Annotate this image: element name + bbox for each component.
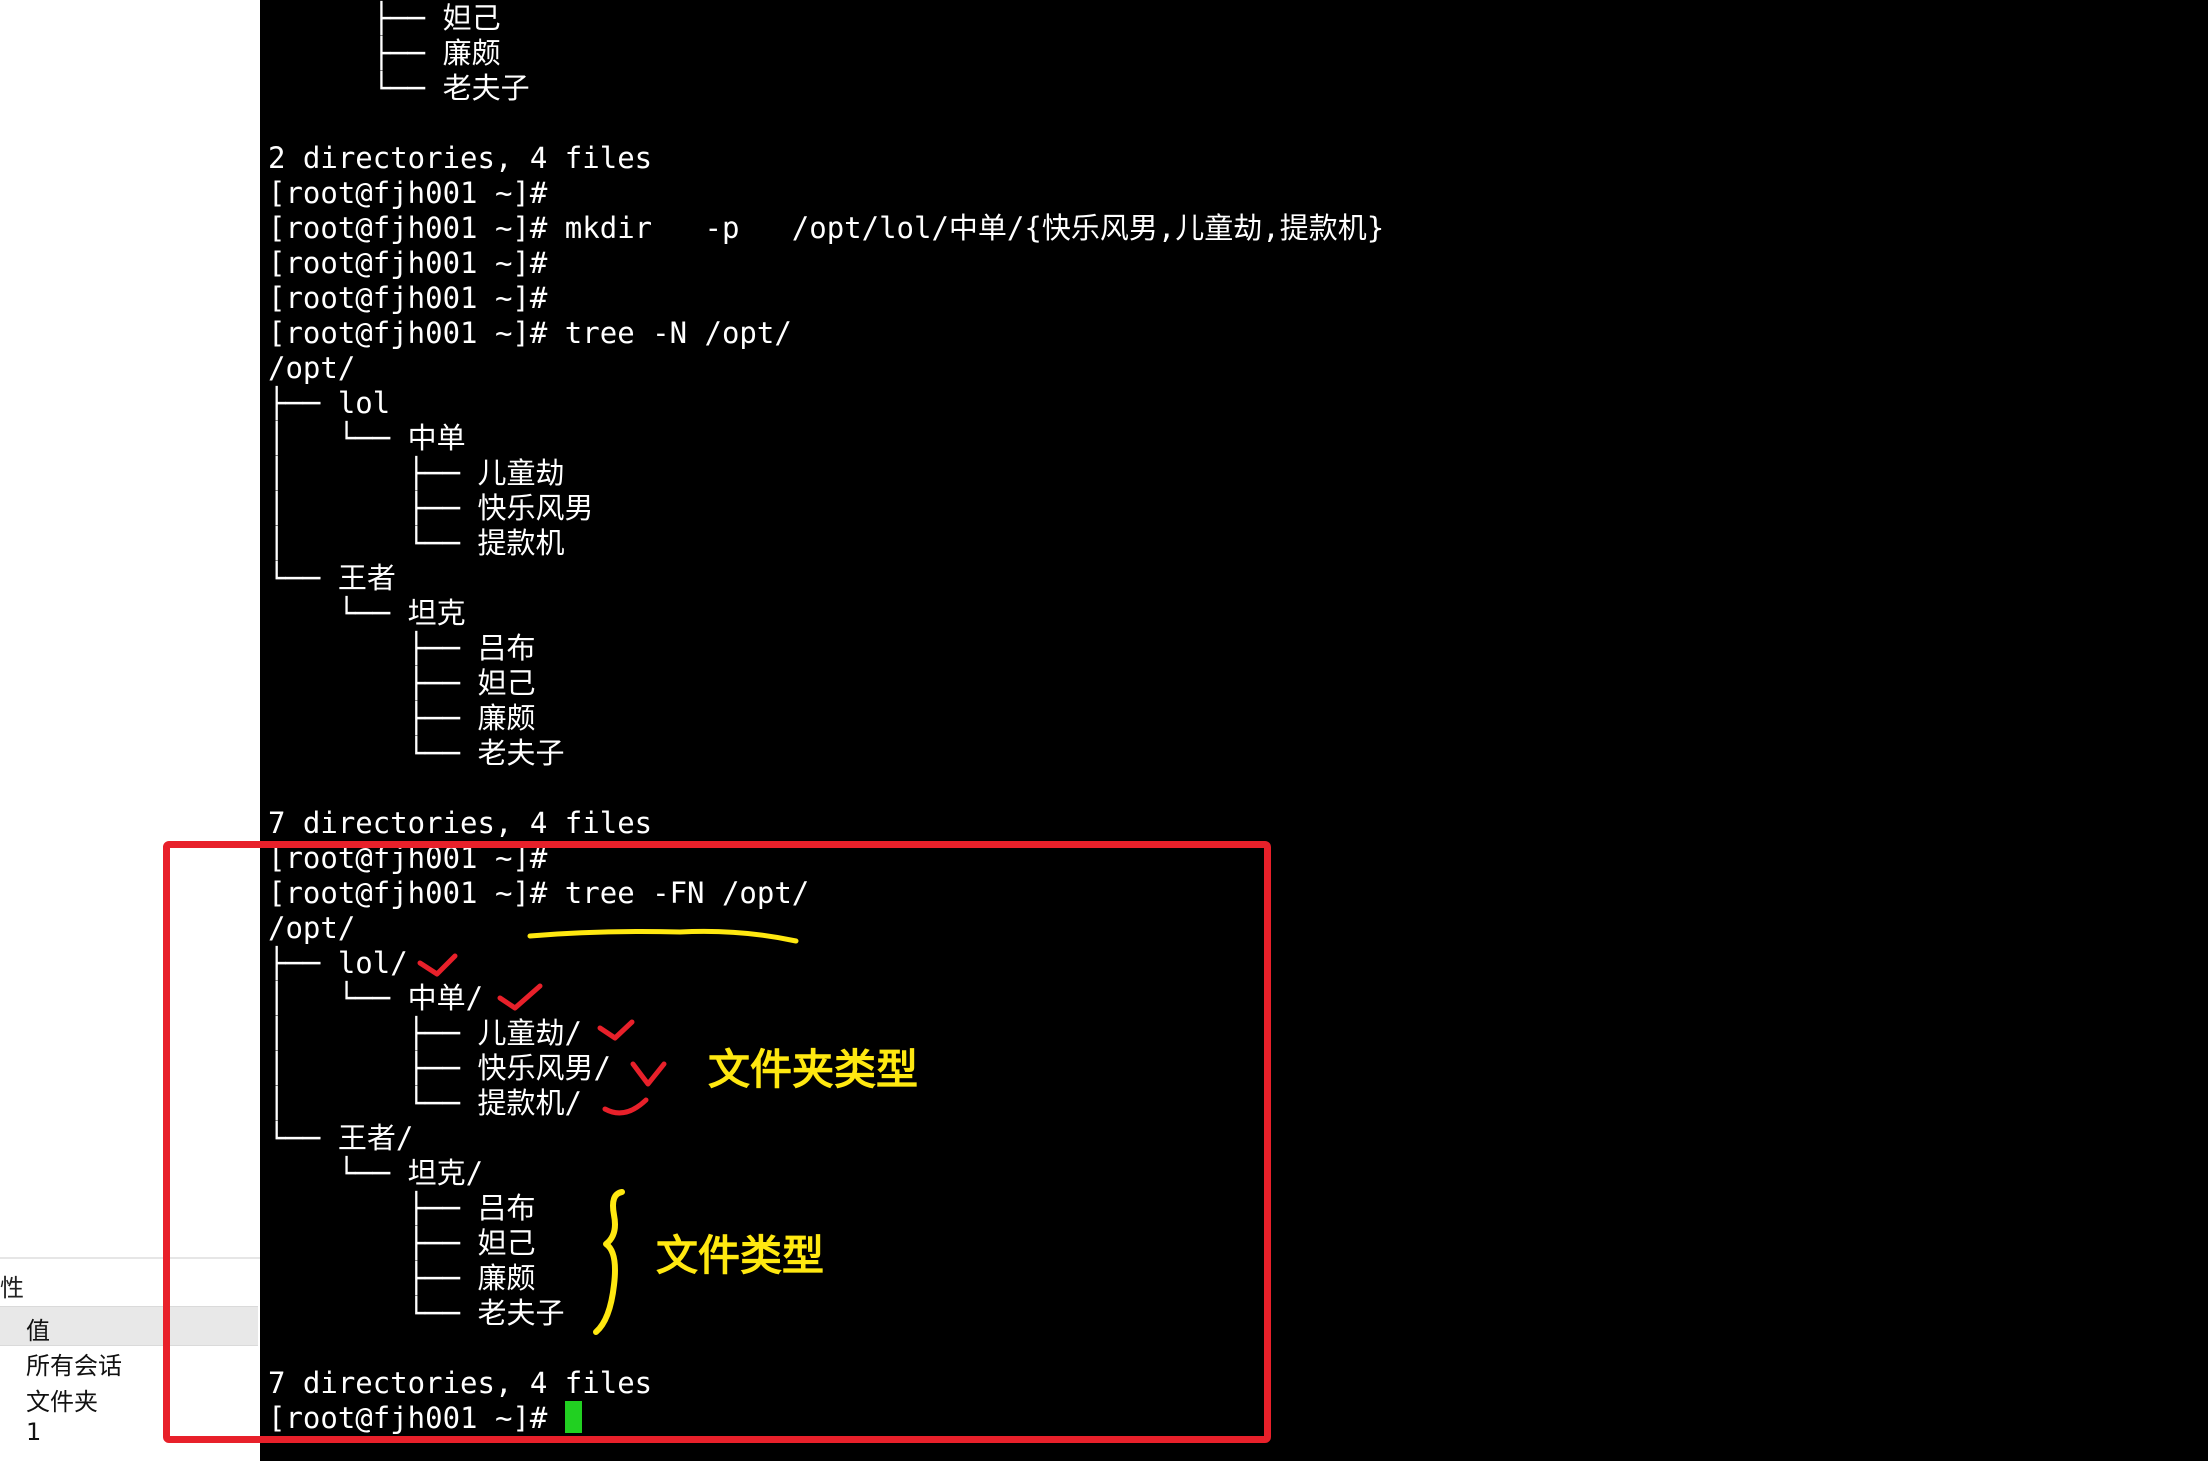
check-mark [597, 1019, 635, 1041]
check-mark [497, 983, 543, 1011]
underline-mark [527, 928, 799, 944]
check-mark [630, 1061, 667, 1087]
file-type-annotation: 文件类型 [656, 1231, 825, 1280]
curly-brace-mark [593, 1189, 625, 1335]
folder-type-annotation: 文件夹类型 [708, 1045, 919, 1094]
check-mark [417, 953, 458, 977]
check-mark [602, 1097, 649, 1116]
annotation-strokes [417, 928, 799, 1335]
